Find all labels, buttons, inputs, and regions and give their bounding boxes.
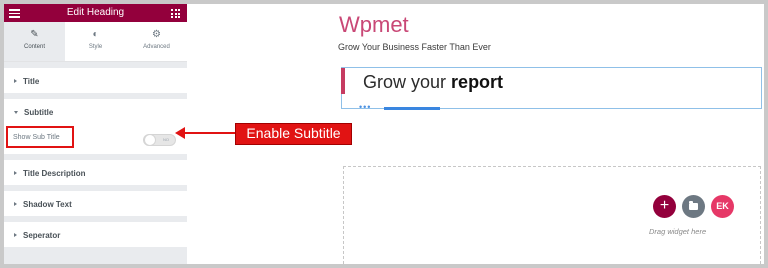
panel-header: Edit Heading (4, 4, 187, 22)
toggle-knob (144, 134, 156, 146)
caret-right-icon (14, 233, 17, 237)
separator-line (384, 107, 440, 110)
caret-right-icon (14, 171, 17, 175)
tab-advanced-label: Advanced (143, 44, 170, 50)
section-separator[interactable]: Seperator (4, 222, 187, 247)
annotation-callout: Enable Subtitle (235, 123, 352, 145)
tab-style[interactable]: ◐ Style (65, 22, 126, 61)
drop-zone[interactable]: + EK Drag widget here (343, 166, 761, 264)
tab-content[interactable]: ✎ Content (4, 22, 65, 61)
section-subtitle[interactable]: Subtitle (4, 99, 187, 124)
brand-title: Wpmet (339, 12, 409, 37)
pencil-icon: ✎ (30, 29, 39, 40)
heading-text: Grow your report (363, 72, 503, 93)
gear-icon: ⚙ (152, 29, 161, 40)
panel-tabs: ✎ Content ◐ Style ⚙ Advanced (4, 22, 187, 62)
section-separator-label: Seperator (23, 231, 61, 240)
folder-icon (689, 201, 698, 211)
section-title-description-label: Title Description (23, 169, 86, 178)
drag-widget-hint: Drag widget here (649, 227, 707, 236)
add-section-button[interactable]: + (653, 195, 676, 218)
section-shadow-text[interactable]: Shadow Text (4, 191, 187, 216)
tab-content-label: Content (23, 44, 45, 50)
toggle-text: NO (163, 137, 169, 142)
add-template-button[interactable] (682, 195, 705, 218)
caret-right-icon (14, 202, 17, 206)
section-shadow-text-label: Shadow Text (23, 200, 72, 209)
heading-widget[interactable]: Grow your report ••• (341, 67, 762, 112)
caret-right-icon (14, 79, 17, 83)
section-title[interactable]: Title (4, 68, 187, 93)
elementskit-button[interactable]: EK (711, 195, 734, 218)
half-circle-icon: ◐ (92, 29, 99, 40)
caret-down-icon (14, 111, 18, 114)
panel-title: Edit Heading (66, 7, 125, 18)
annotation-arrow-line (182, 132, 235, 134)
section-subtitle-wrap: Subtitle Show Sub Title NO (4, 99, 187, 154)
tab-advanced[interactable]: ⚙ Advanced (126, 22, 187, 61)
show-sub-title-toggle[interactable]: NO (143, 134, 176, 146)
brand-tagline: Grow Your Business Faster Than Ever (338, 42, 491, 52)
heading-bold: report (451, 72, 504, 92)
heading-accent-bar (341, 68, 345, 94)
annotation-arrow-head (175, 127, 185, 139)
widgets-grid-icon[interactable] (171, 9, 180, 18)
section-subtitle-label: Subtitle (24, 108, 54, 117)
separator-dots: ••• (359, 102, 372, 112)
section-title-description[interactable]: Title Description (4, 160, 187, 185)
editor-panel: Edit Heading ✎ Content ◐ Style ⚙ Advance… (4, 4, 187, 264)
heading-plain: Grow your (363, 72, 447, 92)
tab-style-label: Style (88, 44, 103, 50)
show-sub-title-control: Show Sub Title NO (4, 124, 187, 154)
section-title-label: Title (23, 77, 40, 86)
highlight-box (6, 126, 74, 148)
